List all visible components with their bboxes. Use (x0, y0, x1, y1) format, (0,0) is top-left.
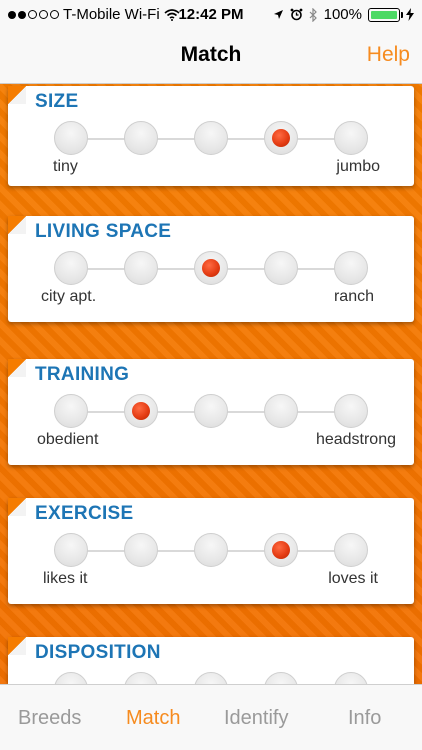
scale-max-label: ranch (333, 288, 374, 305)
page-fold-corner (8, 637, 26, 655)
card-heading: LIVING SPACE (35, 221, 172, 242)
scale-min-label: obedient (37, 431, 99, 448)
slider-stop[interactable] (54, 121, 88, 155)
battery-percent: 100% (323, 6, 362, 23)
preference-slider[interactable] (8, 249, 414, 289)
charging-bolt-icon (406, 8, 414, 21)
slider-stop[interactable] (194, 672, 228, 684)
slider-stop[interactable] (264, 672, 298, 684)
battery-icon (368, 7, 403, 22)
card-heading: EXERCISE (35, 503, 134, 524)
selected-dot-icon (132, 402, 150, 420)
alarm-clock-icon (290, 8, 303, 21)
slider-stop[interactable] (124, 251, 158, 285)
slider-stop[interactable] (334, 672, 368, 684)
bluetooth-icon (309, 7, 317, 22)
page-fold-corner (8, 498, 26, 516)
card-heading: DISPOSITION (35, 642, 161, 663)
page-title: Match (180, 43, 242, 66)
slider-stop[interactable] (264, 394, 298, 428)
tab-bar: Breeds Match Identify Info (0, 684, 422, 750)
preference-slider[interactable] (8, 531, 414, 571)
status-bar: T-Mobile Wi-Fi 12:42 PM 100% (0, 0, 422, 30)
slider-stop[interactable] (54, 533, 88, 567)
slider-stop[interactable] (54, 394, 88, 428)
preference-card: TRAINING obedient headstrong (8, 359, 414, 465)
tab-breeds[interactable]: Breeds (18, 707, 81, 730)
preference-slider[interactable] (8, 119, 414, 159)
preference-card: LIVING SPACE city apt. ranch (8, 216, 414, 322)
page-fold-corner (8, 216, 26, 234)
slider-stop[interactable] (264, 121, 298, 155)
scale-min-label: city apt. (41, 288, 97, 305)
slider-stop[interactable] (194, 533, 228, 567)
selected-dot-icon (272, 129, 290, 147)
tab-info[interactable]: Info (348, 707, 381, 730)
help-button[interactable]: Help (367, 43, 410, 67)
scale-max-label: headstrong (315, 431, 396, 448)
slider-stop[interactable] (334, 121, 368, 155)
selected-dot-icon (202, 259, 220, 277)
status-right: 100% (273, 6, 414, 23)
page-fold-corner (8, 86, 26, 104)
slider-stop[interactable] (124, 121, 158, 155)
preference-card: SIZE tiny jumbo (8, 86, 414, 186)
tab-identify[interactable]: Identify (224, 707, 288, 730)
preference-card: DISPOSITION (8, 637, 414, 684)
slider-stop[interactable] (264, 533, 298, 567)
slider-stop[interactable] (264, 251, 298, 285)
preference-slider[interactable] (8, 670, 414, 684)
slider-stop[interactable] (124, 533, 158, 567)
card-heading: TRAINING (35, 364, 130, 385)
location-arrow-icon (273, 10, 283, 19)
page-fold-corner (8, 359, 26, 377)
match-scroll-area[interactable]: SIZE tiny jumbo LIVING SPACE city apt. ranch T… (0, 84, 422, 684)
slider-stop[interactable] (334, 251, 368, 285)
scale-max-label: jumbo (336, 158, 380, 175)
slider-stop[interactable] (334, 394, 368, 428)
tab-match[interactable]: Match (126, 707, 180, 730)
navigation-bar: Match Help (0, 30, 422, 84)
slider-stop[interactable] (194, 121, 228, 155)
preference-card: EXERCISE likes it loves it (8, 498, 414, 604)
preference-slider[interactable] (8, 392, 414, 432)
scale-min-label: likes it (43, 570, 88, 587)
scale-min-label: tiny (53, 158, 78, 175)
slider-stop[interactable] (194, 394, 228, 428)
slider-stop[interactable] (194, 251, 228, 285)
scale-max-label: loves it (328, 570, 378, 587)
slider-stop[interactable] (334, 533, 368, 567)
selected-dot-icon (272, 541, 290, 559)
slider-stop[interactable] (124, 394, 158, 428)
slider-stop[interactable] (54, 251, 88, 285)
slider-stop[interactable] (54, 672, 88, 684)
card-heading: SIZE (35, 91, 79, 112)
slider-stop[interactable] (124, 672, 158, 684)
